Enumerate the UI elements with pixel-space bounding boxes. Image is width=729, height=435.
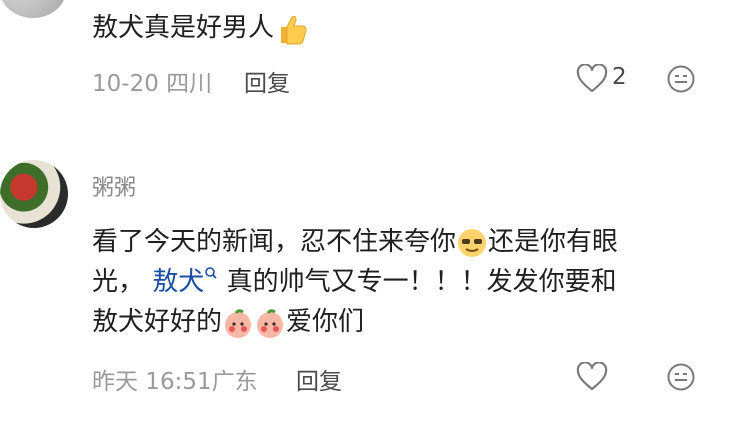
avatar[interactable] (0, 160, 68, 228)
comment-meta: 10-20 四川 (92, 64, 212, 98)
comment-body-part: 光， (92, 267, 145, 297)
blushing-peach-emoji-icon (257, 308, 284, 338)
comment-location: 四川 (166, 71, 213, 97)
username[interactable]: 粥粥 (92, 170, 136, 202)
sunglasses-emoji-icon (458, 228, 487, 257)
thumbs-up-emoji-icon (281, 15, 307, 44)
blushing-peach-emoji-icon (225, 308, 252, 338)
avatar[interactable] (0, 0, 66, 18)
heart-outline-icon[interactable] (576, 362, 608, 392)
comment-body-part: 还是你有眼 (488, 227, 619, 257)
comment-body-part: 敖犬好好的 (92, 307, 223, 337)
like-count: 2 (612, 64, 627, 90)
comment-body-part: 看了今天的新闻，忍不住来夸你 (92, 227, 457, 257)
comment-meta: 昨天 16:51广东 (92, 362, 258, 396)
reply-button[interactable]: 回复 (296, 362, 342, 396)
smiley-face-icon[interactable] (666, 362, 696, 392)
heart-outline-icon[interactable] (576, 64, 608, 94)
comment-date: 10-20 (92, 71, 159, 97)
search-icon (205, 267, 217, 279)
comment-text: 敖犬真是好男人 (92, 8, 308, 48)
comment-body-part: 爱你们 (286, 307, 365, 337)
comment-date: 昨天 16:51 (92, 369, 212, 395)
comment-body-part: 真的帅气又专一！！！发发你要和 (226, 267, 617, 297)
reply-button[interactable]: 回复 (244, 64, 290, 98)
smiley-face-icon[interactable] (666, 64, 696, 94)
comment-body: 敖犬真是好男人 (92, 13, 275, 43)
comment-location: 广东 (211, 369, 258, 395)
comment-text: 看了今天的新闻，忍不住来夸你 还是你有眼 光， 敖犬 真的帅气又专一！！！发发你… (92, 222, 712, 342)
mention-link[interactable]: 敖犬 (152, 267, 218, 297)
